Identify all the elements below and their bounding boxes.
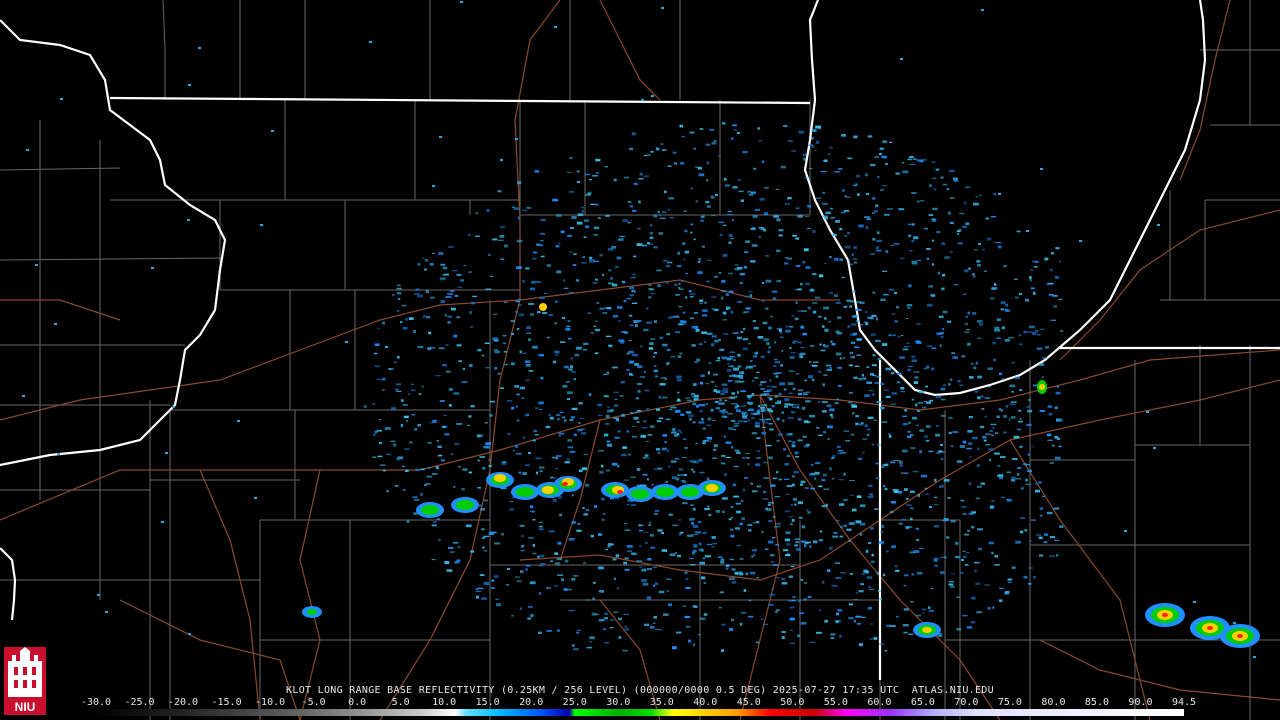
storm-cells	[302, 303, 1260, 648]
scale-label: 0.0	[348, 697, 367, 708]
scale-label: 65.0	[910, 697, 935, 708]
county-borders	[0, 0, 1280, 720]
scale-label: 55.0	[823, 697, 848, 708]
scale-label: -25.0	[124, 697, 155, 708]
scale-label: 35.0	[649, 697, 674, 708]
scale-label: 45.0	[736, 697, 761, 708]
radar-site-dot	[736, 394, 748, 406]
reflectivity-color-bar	[96, 709, 1184, 716]
reflectivity-scale-labels: -30.0 -25.0 -20.0 -15.0 -10.0 -5.0 0.0 5.0 10.0 1…	[81, 697, 1196, 709]
scale-label: 60.0	[867, 697, 892, 708]
scale-label: 94.5	[1171, 697, 1197, 708]
logo-text: NIU	[15, 700, 36, 714]
scale-label: 90.0	[1128, 697, 1153, 708]
scale-label: 50.0	[780, 697, 805, 708]
scale-label: -5.0	[301, 697, 326, 708]
scale-label: 10.0	[432, 697, 457, 708]
scale-label: 75.0	[997, 697, 1022, 708]
scale-label: 15.0	[475, 697, 500, 708]
niu-tower-logo: NIU	[4, 647, 46, 715]
product-caption: KLOT LONG RANGE BASE REFLECTIVITY (0.25K…	[286, 685, 994, 696]
scale-label: 40.0	[693, 697, 718, 708]
scale-label: -15.0	[211, 697, 242, 708]
scale-label: 85.0	[1084, 697, 1109, 708]
scale-label: -10.0	[255, 697, 286, 708]
radar-map	[0, 0, 1280, 720]
highways	[0, 0, 1280, 720]
radar-map-view: KLOT LONG RANGE BASE REFLECTIVITY (0.25K…	[0, 0, 1280, 720]
scale-label: 80.0	[1041, 697, 1066, 708]
scale-label: 20.0	[519, 697, 544, 708]
scale-label: 70.0	[954, 697, 979, 708]
scale-label: 30.0	[606, 697, 631, 708]
scale-label: 25.0	[562, 697, 587, 708]
scale-label: -20.0	[167, 697, 199, 708]
state-borders	[0, 0, 1280, 680]
scale-label: -30.0	[80, 697, 112, 708]
scale-label: 5.0	[391, 697, 410, 708]
